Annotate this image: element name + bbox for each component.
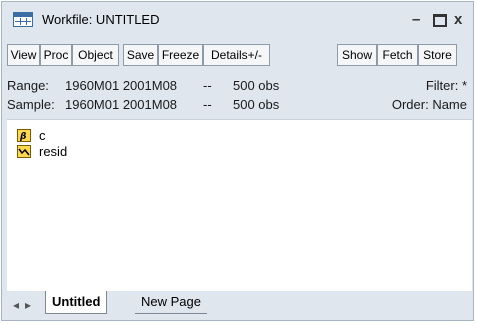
workfile-info: Range: 1960M01 2001M08 -- 500 obs Filter… — [7, 72, 471, 118]
scroll-right-icon[interactable]: ▸ — [25, 298, 31, 312]
minimize-icon[interactable]: – — [412, 11, 420, 28]
sample-separator: -- — [203, 97, 212, 112]
series-line-icon — [17, 145, 31, 158]
store-button[interactable]: Store — [418, 44, 457, 66]
order-text: Order: Name — [391, 97, 467, 112]
view-button[interactable]: View — [7, 44, 40, 66]
sample-value: 1960M01 2001M08 — [65, 97, 178, 112]
page-tabs: ◂ ▸ Untitled New Page — [7, 291, 472, 319]
toolbar: View Proc Object Save Freeze Details+/- … — [7, 44, 471, 68]
workfile-window: Workfile: UNTITLED – x View Proc Object … — [1, 1, 474, 321]
fetch-button[interactable]: Fetch — [377, 44, 418, 66]
beta-coefficient-icon: β — [17, 129, 31, 142]
range-label: Range: — [7, 78, 49, 93]
object-name: c — [39, 128, 46, 143]
sample-label: Sample: — [7, 97, 55, 112]
freeze-button[interactable]: Freeze — [158, 44, 203, 66]
range-row[interactable]: Range: 1960M01 2001M08 -- 500 obs Filter… — [7, 78, 467, 96]
scroll-left-icon[interactable]: ◂ — [13, 298, 19, 312]
details-button[interactable]: Details+/- — [203, 44, 270, 66]
object-list: β c resid — [7, 119, 472, 291]
tab-untitled[interactable]: Untitled — [45, 291, 108, 314]
workfile-icon — [13, 12, 33, 27]
object-button[interactable]: Object — [72, 44, 119, 66]
tab-new-page[interactable]: New Page — [135, 291, 207, 314]
sample-obs: 500 obs — [233, 97, 280, 112]
object-name: resid — [39, 144, 68, 159]
proc-button[interactable]: Proc — [40, 44, 72, 66]
range-value: 1960M01 2001M08 — [65, 78, 178, 93]
sample-row[interactable]: Sample: 1960M01 2001M08 -- 500 obs Order… — [7, 97, 467, 115]
range-obs: 500 obs — [233, 78, 280, 93]
svg-text:β: β — [19, 132, 26, 141]
filter-text: Filter: * — [425, 78, 467, 93]
title-bar[interactable]: Workfile: UNTITLED – x — [2, 2, 473, 36]
show-button[interactable]: Show — [337, 44, 377, 66]
save-button[interactable]: Save — [123, 44, 158, 66]
range-separator: -- — [203, 78, 212, 93]
window-title: Workfile: UNTITLED — [42, 12, 160, 27]
close-icon[interactable]: x — [454, 11, 462, 28]
maximize-icon[interactable] — [433, 10, 447, 27]
